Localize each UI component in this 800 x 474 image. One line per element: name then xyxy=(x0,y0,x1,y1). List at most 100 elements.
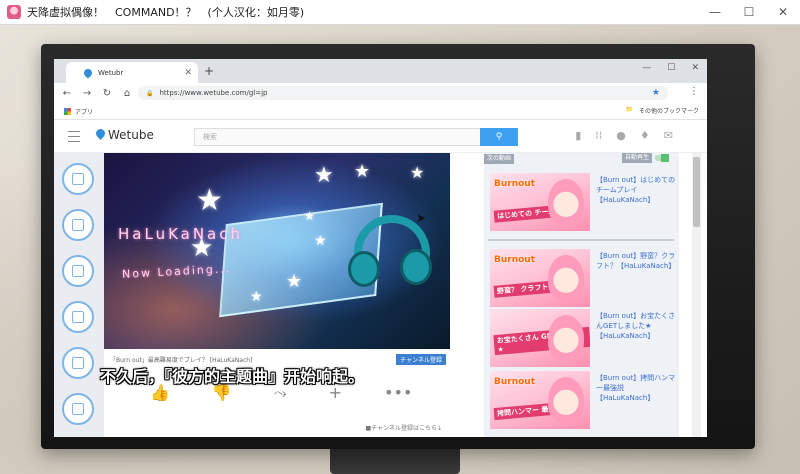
address-bar[interactable]: 🔒 https://www.wetube.com/gl=jp ★ xyxy=(138,86,668,100)
scrollbar-thumb[interactable] xyxy=(693,157,700,227)
sidebar-button-4[interactable] xyxy=(62,301,94,333)
video-overlay-subtitle: Now Loading... xyxy=(121,262,232,281)
minimize-button[interactable]: — xyxy=(698,0,732,24)
recommended-video[interactable]: お宝たくさん GETしました★ 【Burn out】お宝たくさんGETしました★… xyxy=(488,309,676,367)
browser-maximize-button[interactable]: ☐ xyxy=(667,63,675,73)
autoplay-control[interactable]: 自動再生 xyxy=(621,153,669,163)
recommended-video[interactable]: Burnout はじめての チームプレイ 【Burn out】はじめてのチームプ… xyxy=(488,173,676,231)
site-header: Wetube 検索 ⚲ ▮ ⁞⁞ ● ♦ ✉ xyxy=(54,120,707,153)
star-icon: ★ xyxy=(314,163,334,188)
other-bookmarks[interactable]: 📁 その他のブックマーク xyxy=(626,106,700,115)
app-icon xyxy=(7,5,21,19)
character-art xyxy=(548,255,584,301)
square-icon xyxy=(72,265,84,277)
logo-drop-icon xyxy=(94,127,107,140)
recommended-video-title[interactable]: 【Burn out】拷問ハンマー最強説【HaLuKaNach】 xyxy=(596,373,676,403)
video-overlay-title: HaLuKaNach xyxy=(118,225,244,243)
game-scene[interactable]: Wetubr ✕ + — ☐ ✕ ← → ↻ ⌂ 🔒 https://www.w… xyxy=(0,25,800,474)
new-tab-button[interactable]: + xyxy=(204,64,214,78)
site-logo[interactable]: Wetube xyxy=(108,128,154,142)
video-thumbnail[interactable]: Burnout 野蛮？ クラフト？ xyxy=(490,249,590,307)
star-icon: ★ xyxy=(286,271,303,292)
calendar-icon xyxy=(72,173,84,185)
monitor-stand xyxy=(330,449,460,474)
video-thumbnail[interactable]: お宝たくさん GETしました★ xyxy=(490,309,590,367)
reload-button[interactable]: ↻ xyxy=(100,88,114,99)
autoplay-label: 自動再生 xyxy=(621,153,652,163)
browser-window-controls: — ☐ ✕ xyxy=(642,63,699,73)
other-bookmarks-label[interactable]: その他のブックマーク xyxy=(639,106,699,115)
search-input[interactable]: 検索 xyxy=(194,128,482,146)
headphone-cup-right xyxy=(400,249,432,285)
mail-icon[interactable]: ✉ xyxy=(664,129,673,142)
tab-strip: Wetubr ✕ + — ☐ ✕ xyxy=(54,59,707,83)
star-icon: ★ xyxy=(304,209,315,223)
next-video-label: 次の動画 xyxy=(484,154,515,164)
folder-icon: 📁 xyxy=(625,106,633,113)
sidebar-button-5[interactable] xyxy=(62,347,94,379)
bookmarks-bar: アプリ 📁 その他のブックマーク xyxy=(54,103,707,120)
browser-minimize-button[interactable]: — xyxy=(642,63,651,73)
browser-tab[interactable]: Wetubr ✕ xyxy=(66,62,198,83)
thumbnail-brand: Burnout xyxy=(494,179,536,189)
recommendations-header: 次の動画 自動再生 xyxy=(484,153,679,165)
forward-button[interactable]: → xyxy=(80,88,94,99)
more-icon[interactable]: ••• xyxy=(384,383,412,403)
subscribe-button[interactable]: チャンネル登録 xyxy=(396,354,446,365)
left-sidebar xyxy=(54,153,104,437)
window-controls: — ☐ ✕ xyxy=(698,0,800,24)
thumbnail-brand: Burnout xyxy=(494,255,536,265)
bookmark-apps[interactable]: アプリ xyxy=(75,107,93,116)
window-titlebar: 天降虚拟偶像！ COMMAND！？ (个人汉化：如月零) — ☐ ✕ xyxy=(0,0,800,25)
recommended-video[interactable]: Burnout 野蛮？ クラフト？ 【Burn out】野蛮？クラフト？【HaL… xyxy=(488,249,676,307)
star-icon: ★ xyxy=(410,163,425,182)
divider xyxy=(488,239,674,241)
browser-toolbar: ← → ↻ ⌂ 🔒 https://www.wetube.com/gl=jp ★… xyxy=(54,83,707,103)
character-art xyxy=(548,179,584,225)
browser-close-button[interactable]: ✕ xyxy=(691,63,699,73)
sidebar-button-6[interactable] xyxy=(62,393,94,425)
star-icon: ★ xyxy=(314,233,327,249)
video-camera-icon[interactable]: ▮ xyxy=(575,129,581,142)
dialogue-subtitle: 不久后，『彼方的主题曲』开始响起。 xyxy=(100,367,365,386)
sidebar-calendar-button[interactable] xyxy=(62,163,94,195)
home-button[interactable]: ⌂ xyxy=(120,88,134,99)
autoplay-toggle[interactable] xyxy=(655,154,669,162)
chat-icon[interactable]: ● xyxy=(616,129,626,142)
window-title: 天降虚拟偶像！ COMMAND！？ (个人汉化：如月零) xyxy=(27,6,305,19)
square-icon xyxy=(72,311,84,323)
list-icon xyxy=(72,219,84,231)
lock-icon: 🔒 xyxy=(146,89,154,97)
recommended-video-title[interactable]: 【Burn out】お宝たくさんGETしました★【HaLuKaNach】 xyxy=(596,311,676,341)
recommended-video-title[interactable]: 【Burn out】野蛮？クラフト？【HaLuKaNach】 xyxy=(596,251,676,271)
recommendations-panel: 次の動画 自動再生 Burnout はじめての チームプレイ 【Burn out… xyxy=(484,153,679,437)
tab-close-icon[interactable]: ✕ xyxy=(184,68,192,78)
tab-title: Wetubr xyxy=(98,68,124,77)
mouse-cursor-icon: ➤ xyxy=(416,211,427,225)
recommended-video[interactable]: Burnout 拷問ハンマー 最強説 【Burn out】拷問ハンマー最強説【H… xyxy=(488,371,676,429)
notification-icon[interactable]: ♦ xyxy=(640,129,650,142)
page-scrollbar[interactable] xyxy=(692,153,701,437)
close-button[interactable]: ✕ xyxy=(766,0,800,24)
browser-menu-icon[interactable]: ⋮ xyxy=(689,86,699,97)
back-button[interactable]: ← xyxy=(60,88,74,99)
search-placeholder: 検索 xyxy=(203,133,217,141)
character-art xyxy=(548,315,584,361)
maximize-button[interactable]: ☐ xyxy=(732,0,766,24)
thumbnail-brand: Burnout xyxy=(494,377,536,387)
subscribe-note: ■チャンネル登録はこちら↓ xyxy=(365,425,442,432)
sidebar-button-3[interactable] xyxy=(62,255,94,287)
hamburger-menu-icon[interactable] xyxy=(68,131,80,142)
grid-apps-icon[interactable]: ⁞⁞ xyxy=(595,129,602,142)
video-thumbnail[interactable]: Burnout はじめての チームプレイ xyxy=(490,173,590,231)
character-art xyxy=(548,377,584,423)
square-icon xyxy=(72,357,84,369)
recommended-video-title[interactable]: 【Burn out】はじめてのチームプレイ【HaLuKaNach】 xyxy=(596,175,676,205)
apps-icon[interactable] xyxy=(64,107,71,115)
search-button[interactable]: ⚲ xyxy=(480,128,518,146)
url-text[interactable]: https://www.wetube.com/gl=jp xyxy=(159,89,651,97)
video-thumbnail[interactable]: Burnout 拷問ハンマー 最強説 xyxy=(490,371,590,429)
bookmark-star-icon[interactable]: ★ xyxy=(652,88,660,98)
sidebar-list-button[interactable] xyxy=(62,209,94,241)
video-player[interactable]: ★ ★ ★ ★ ★ ★ ★ ★ ★ HaLuKaNach Now Loading… xyxy=(104,153,450,349)
